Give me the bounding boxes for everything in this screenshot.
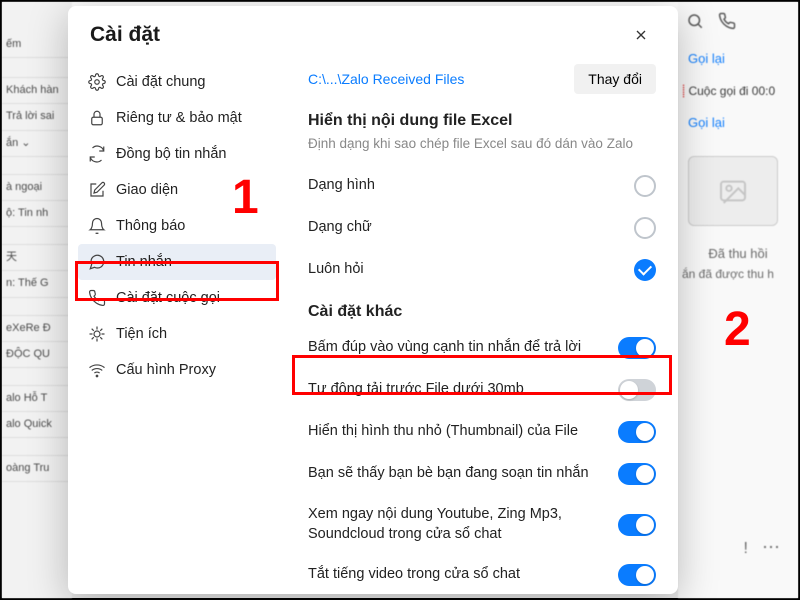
- toggle-on[interactable]: [618, 337, 656, 359]
- phone-icon: [88, 289, 106, 307]
- radio-unchecked[interactable]: [634, 217, 656, 239]
- opt-double-click-reply[interactable]: Bấm đúp vào vùng cạnh tin nhắn để trả lờ…: [308, 327, 656, 369]
- download-path-link[interactable]: C:\...\Zalo Received Files: [308, 71, 464, 87]
- warning-icon: !: [744, 540, 748, 558]
- gear-icon: [88, 73, 106, 91]
- sidebar-item-label: Cài đặt chung: [116, 74, 205, 90]
- sidebar-item-label: Cài đặt cuộc gọi: [116, 290, 220, 306]
- sidebar-item-label: Giao diện: [116, 182, 178, 198]
- sidebar-item-sync[interactable]: Đồng bộ tin nhắn: [78, 136, 276, 172]
- sidebar-item-label: Riêng tư & bảo mật: [116, 110, 242, 126]
- excel-section-sub: Định dạng khi sao chép file Excel sau đó…: [308, 136, 656, 151]
- sidebar-item-label: Thông báo: [116, 218, 185, 234]
- edit-icon: [88, 181, 106, 199]
- modal-title: Cài đặt: [90, 23, 160, 47]
- bg-call-again-2: Gọi lại: [678, 109, 798, 136]
- sidebar-item-notifications[interactable]: Thông báo: [78, 208, 276, 244]
- bg-call-info: ⸽ Cuộc gọi đi 00:0: [678, 72, 798, 109]
- toggle-on[interactable]: [618, 421, 656, 443]
- toggle-on[interactable]: [618, 564, 656, 586]
- extension-icon: [88, 325, 106, 343]
- settings-content: C:\...\Zalo Received Files Thay đổi Hiển…: [286, 58, 678, 594]
- bg-recalled-thumb: [688, 156, 778, 226]
- change-path-button[interactable]: Thay đổi: [574, 64, 656, 94]
- sidebar-item-label: Tiện ích: [116, 326, 167, 342]
- sidebar-item-label: Đồng bộ tin nhắn: [116, 146, 226, 162]
- sidebar-item-interface[interactable]: Giao diện: [78, 172, 276, 208]
- opt-typing-indicator[interactable]: Bạn sẽ thấy bạn bè bạn đang soạn tin nhắ…: [308, 453, 656, 495]
- radio-checked[interactable]: [634, 259, 656, 281]
- close-button[interactable]: [626, 20, 656, 50]
- toggle-on[interactable]: [618, 463, 656, 485]
- excel-option-text[interactable]: Dạng chữ: [308, 207, 656, 249]
- sidebar-item-privacy[interactable]: Riêng tư & bảo mật: [78, 100, 276, 136]
- sidebar-item-call-settings[interactable]: Cài đặt cuộc gọi: [78, 280, 276, 316]
- bg-chat-right: Gọi lại ⸽ Cuộc gọi đi 00:0 Gọi lại Đã th…: [678, 2, 798, 598]
- excel-section-heading: Hiển thị nội dung file Excel: [308, 112, 656, 130]
- lock-icon: [88, 109, 106, 127]
- sync-icon: [88, 145, 106, 163]
- sidebar-item-label: Cấu hình Proxy: [116, 362, 216, 378]
- sidebar-item-general[interactable]: Cài đặt chung: [78, 64, 276, 100]
- phone-icon: [718, 12, 736, 35]
- opt-show-thumbnail[interactable]: Hiển thị hình thu nhỏ (Thumbnail) của Fi…: [308, 411, 656, 453]
- toggle-off[interactable]: [618, 379, 656, 401]
- bg-status-text: ắn đã được thu h: [678, 261, 798, 287]
- message-icon: [88, 253, 106, 271]
- more-icon: ⋯: [762, 537, 780, 558]
- excel-option-ask[interactable]: Luôn hỏi: [308, 249, 656, 291]
- opt-mute-video[interactable]: Tắt tiếng video trong cửa sổ chat: [308, 554, 656, 594]
- sidebar-item-utilities[interactable]: Tiện ích: [78, 316, 276, 352]
- settings-modal: Cài đặt Cài đặt chung Riêng tư & bảo mật…: [68, 6, 678, 594]
- sidebar-item-messages[interactable]: Tin nhắn: [78, 244, 276, 280]
- sidebar-item-label: Tin nhắn: [116, 254, 172, 270]
- bg-conversation-list: ếm Khách hàn Trả lời sai ắn ⌄ à ngoại ộ:…: [2, 2, 72, 598]
- bg-call-again: Gọi lại: [678, 45, 798, 72]
- wifi-icon: [88, 361, 106, 379]
- bg-recalled-label: Đã thu hồi: [678, 246, 798, 261]
- opt-media-preview[interactable]: Xem ngay nội dung Youtube, Zing Mp3, Sou…: [308, 495, 656, 554]
- toggle-on[interactable]: [618, 514, 656, 536]
- radio-unchecked[interactable]: [634, 175, 656, 197]
- settings-sidebar: Cài đặt chung Riêng tư & bảo mật Đồng bộ…: [68, 58, 286, 594]
- excel-option-image[interactable]: Dạng hình: [308, 165, 656, 207]
- opt-autoload-file[interactable]: Tự động tải trước File dưới 30mb: [308, 369, 656, 411]
- bell-icon: [88, 217, 106, 235]
- sidebar-item-proxy[interactable]: Cấu hình Proxy: [78, 352, 276, 388]
- other-section-heading: Cài đặt khác: [308, 303, 656, 321]
- search-icon: [686, 12, 704, 35]
